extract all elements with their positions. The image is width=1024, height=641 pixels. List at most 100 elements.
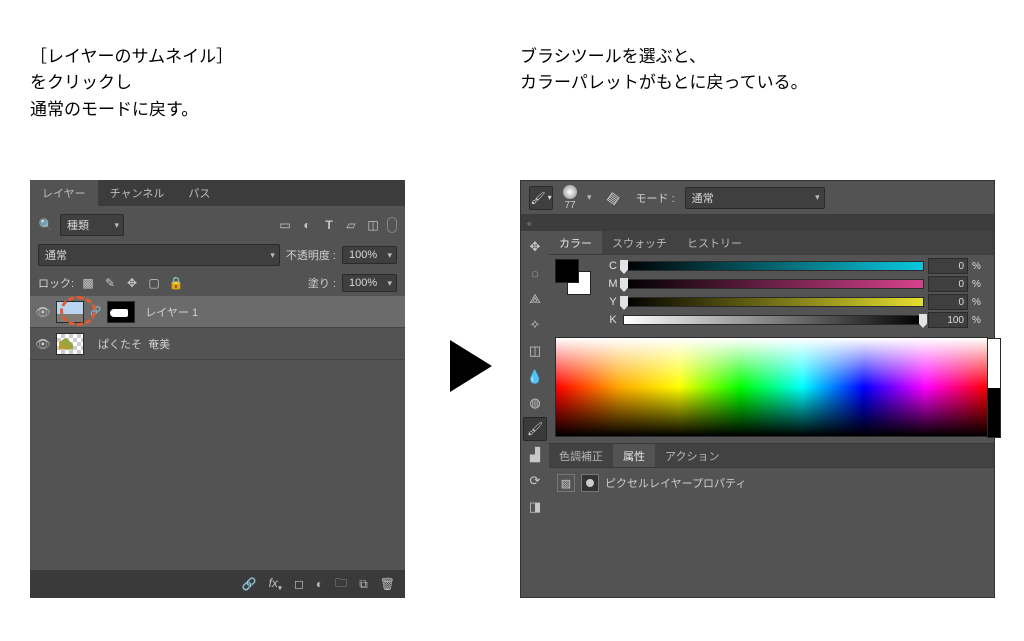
tab-properties[interactable]: 属性 (613, 444, 655, 467)
brush-preset-picker[interactable]: 77 (563, 185, 577, 211)
layer-name[interactable]: ぱくたそ 奄美 (98, 336, 170, 352)
eyedropper-tool[interactable]: 💧 (523, 365, 547, 389)
filter-toggle-switch[interactable] (387, 217, 397, 233)
m-label: M (607, 278, 619, 290)
visibility-toggle-icon[interactable]: 👁 (34, 335, 52, 353)
tab-layers[interactable]: レイヤー (30, 180, 98, 206)
trash-icon[interactable]: 🗑 (380, 577, 395, 591)
eraser-tool[interactable]: ◨ (523, 495, 547, 519)
lock-label: ロック: (38, 275, 74, 291)
move-tool[interactable]: ✥ (523, 235, 547, 259)
properties-title: ピクセルレイヤープロパティ (605, 475, 746, 491)
tab-channels[interactable]: チャンネル (98, 180, 177, 206)
layers-list: 👁 🔗 レイヤー 1 👁 ぱくたそ 奄美 (30, 296, 405, 360)
c-label: C (607, 260, 619, 272)
slider-row-k: K 100 % (601, 311, 990, 329)
blend-mode-select[interactable]: 通常 (38, 244, 280, 266)
stamp-tool[interactable]: ▟ (523, 443, 547, 467)
right-panel-group: 🖌 ▾ 77 ▾ ▤ モード : 通常 « ✥ ◌ ⟁ ✧ ◫ 💧 ◍ 🖌 ▟ … (520, 180, 995, 598)
caption-right: ブラシツールを選ぶと、 カラーパレットがもとに戻っている。 (520, 44, 808, 97)
layers-bottom-bar: 🔗 fx▾ ◻ ◐ 🗀 ⧉ 🗑 (30, 570, 405, 598)
polygonal-lasso-tool[interactable]: ⟁ (523, 287, 547, 311)
fx-icon[interactable]: fx▾ (269, 576, 282, 592)
arrow-right-icon (450, 340, 492, 392)
brush-size-value: 77 (564, 200, 575, 211)
c-value[interactable]: 0 (928, 258, 968, 274)
filter-type-icon[interactable]: T (321, 217, 337, 233)
properties-panel: 色調補正 属性 アクション ▨ ピクセルレイヤープロパティ (549, 443, 994, 498)
pixel-layer-icon: ▨ (557, 474, 575, 492)
color-panel: カラー スウォッチ ヒストリー C 0 % (549, 231, 994, 443)
slider-row-y: Y 0 % (601, 293, 990, 311)
search-icon: 🔍 (38, 217, 54, 233)
magic-wand-tool[interactable]: ✧ (523, 313, 547, 337)
m-value[interactable]: 0 (928, 276, 968, 292)
fg-bg-swatches[interactable] (555, 259, 591, 295)
layers-tabbar: レイヤー チャンネル パス (30, 180, 405, 206)
fill-select[interactable]: 100% (342, 274, 397, 292)
lock-fill-row: ロック: ▩ ✎ ✥ ▢ 🔒 塗り : 100% (30, 270, 405, 296)
history-brush-tool[interactable]: ⟳ (523, 469, 547, 493)
color-spectrum[interactable] (555, 337, 988, 437)
layer-mask-thumbnail[interactable] (107, 301, 135, 323)
tools-panel: ✥ ◌ ⟁ ✧ ◫ 💧 ◍ 🖌 ▟ ⟳ ◨ (521, 231, 549, 597)
brush-settings-icon[interactable]: ▤ (602, 186, 626, 210)
panels-column: カラー スウォッチ ヒストリー C 0 % (549, 231, 994, 597)
tab-actions[interactable]: アクション (655, 444, 729, 467)
properties-title-row: ▨ ピクセルレイヤープロパティ (549, 468, 994, 498)
slider-row-m: M 0 % (601, 275, 990, 293)
y-value[interactable]: 0 (928, 294, 968, 310)
layer-name[interactable]: レイヤー 1 (145, 304, 198, 320)
healing-tool[interactable]: ◍ (523, 391, 547, 415)
filter-kind-select[interactable]: 種類 (60, 214, 124, 236)
slider-y[interactable] (623, 297, 924, 307)
filter-image-icon[interactable]: ▭ (277, 217, 293, 233)
thumbnail-highlight-ring (60, 296, 96, 326)
group-icon[interactable]: 🗀 (335, 574, 347, 595)
blend-opacity-row: 通常 不透明度 : 100% (30, 240, 405, 270)
mode-select[interactable]: 通常 (685, 187, 825, 209)
chevron-left-icon: « (527, 219, 531, 228)
brush-tool[interactable]: 🖌 (523, 417, 547, 441)
crop-tool[interactable]: ◫ (523, 339, 547, 363)
brush-tip-icon (563, 185, 577, 199)
layers-panel: レイヤー チャンネル パス 🔍 種類 ▭ ◐ T ▱ ◫ 通常 不透明度 : 1… (30, 180, 405, 598)
layer-thumbnail[interactable] (56, 333, 84, 355)
k-value[interactable]: 100 (928, 312, 968, 328)
slider-k[interactable] (623, 315, 924, 325)
lock-position-icon[interactable]: ✥ (124, 275, 140, 291)
filter-smart-icon[interactable]: ◫ (365, 217, 381, 233)
filter-shape-icon[interactable]: ▱ (343, 217, 359, 233)
link-layers-icon[interactable]: 🔗 (242, 577, 257, 591)
tab-history[interactable]: ヒストリー (677, 231, 752, 254)
slider-row-c: C 0 % (601, 257, 990, 275)
tab-color[interactable]: カラー (549, 231, 602, 254)
lock-artboard-icon[interactable]: ▢ (146, 275, 162, 291)
add-mask-icon[interactable]: ◻ (294, 577, 304, 591)
slider-c[interactable] (623, 261, 924, 271)
collapse-strip[interactable]: « (521, 215, 994, 231)
lock-image-icon[interactable]: ✎ (102, 275, 118, 291)
tab-paths[interactable]: パス (176, 180, 222, 206)
tab-adjustments[interactable]: 色調補正 (549, 444, 613, 467)
opacity-label: 不透明度 : (286, 247, 336, 263)
fg-swatch[interactable] (555, 259, 579, 283)
lock-transparency-icon[interactable]: ▩ (80, 275, 96, 291)
mode-label: モード : (636, 190, 675, 206)
brush-icon: 🖌 (530, 191, 545, 205)
opacity-select[interactable]: 100% (342, 246, 397, 264)
tool-preset-picker[interactable]: 🖌 ▾ (529, 186, 553, 210)
visibility-toggle-icon[interactable]: 👁 (34, 303, 52, 321)
lock-all-icon[interactable]: 🔒 (168, 275, 184, 291)
marquee-tool[interactable]: ◌ (523, 261, 547, 285)
new-layer-icon[interactable]: ⧉ (359, 577, 368, 592)
fill-label: 塗り : (308, 275, 336, 291)
options-bar: 🖌 ▾ 77 ▾ ▤ モード : 通常 (521, 181, 994, 215)
caption-left: ［レイヤーのサムネイル］ をクリックし 通常のモードに戻す。 (30, 44, 233, 123)
filter-adjustment-icon[interactable]: ◐ (299, 217, 315, 233)
tab-swatches[interactable]: スウォッチ (602, 231, 677, 254)
y-label: Y (607, 296, 619, 308)
layer-row-2[interactable]: 👁 ぱくたそ 奄美 (30, 328, 405, 360)
adjustment-layer-icon[interactable]: ◐ (316, 577, 323, 591)
slider-m[interactable] (623, 279, 924, 289)
